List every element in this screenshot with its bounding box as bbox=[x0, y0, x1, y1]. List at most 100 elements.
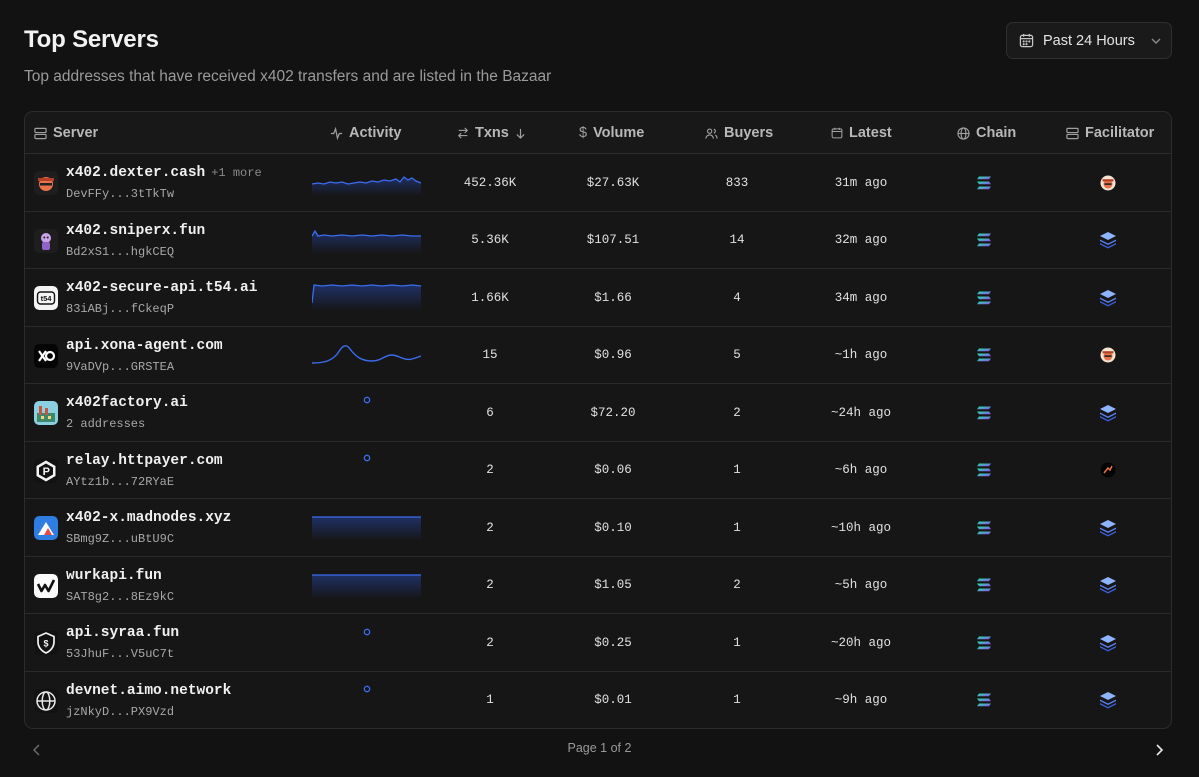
server-address: 2 addresses bbox=[66, 417, 146, 431]
column-header-volume[interactable]: $ Volume bbox=[579, 112, 644, 154]
svg-text:t54: t54 bbox=[41, 294, 53, 303]
pagination-label: Page 1 of 2 bbox=[567, 741, 632, 755]
table-row[interactable]: wurkapi.fun SAT8g2...8Ez9kC 2 $1.05 2 ~5h ago bbox=[25, 557, 1171, 614]
stack-facilitator-icon bbox=[1100, 577, 1116, 594]
volume-value: $107.51 bbox=[586, 233, 640, 247]
txns-value: 15 bbox=[482, 348, 498, 362]
servers-table: Server Activity Txns $ Volume Buyers Lat… bbox=[24, 111, 1172, 729]
solana-chain-icon bbox=[977, 463, 991, 477]
buyers-value: 5 bbox=[733, 348, 741, 362]
activity-sparkline bbox=[312, 516, 421, 541]
next-page-button[interactable] bbox=[1149, 740, 1169, 760]
volume-value: $0.25 bbox=[594, 635, 632, 650]
facilitator-cell bbox=[1052, 557, 1164, 614]
table-row[interactable]: devnet.aimo.network jzNkyD...PX9Vzd 1 $0.01… bbox=[25, 672, 1171, 729]
column-header-facilitator[interactable]: Facilitator bbox=[1066, 112, 1154, 154]
table-row[interactable]: api.xona-agent.com 9VaDVp...GRSTEA 15 $0.96… bbox=[25, 327, 1171, 384]
solana-chain-icon bbox=[977, 233, 991, 247]
txns-value: 5.36K bbox=[471, 233, 509, 247]
buyers-value: 4 bbox=[733, 290, 741, 305]
facilitator-cell bbox=[1052, 442, 1164, 499]
column-header-buyers[interactable]: Buyers bbox=[705, 112, 773, 154]
chain-cell bbox=[928, 327, 1040, 384]
server-address: Bd2xS1...hgkCEQ bbox=[66, 244, 175, 259]
facilitator-cell bbox=[1052, 384, 1164, 441]
time-range-select[interactable]: Past 24 Hours bbox=[1006, 22, 1172, 59]
table-row[interactable]: x402-x.madnodes.xyz SBmg9Z...uBtU9C 2 $0.10… bbox=[25, 499, 1171, 557]
activity-sparkline bbox=[312, 284, 421, 311]
table-row[interactable]: $ api.syraa.fun 53JhuF...V5uC7t 2 $0.25 1 ~20h… bbox=[25, 614, 1171, 672]
server-address: 9VaDVp...GRSTEA bbox=[66, 359, 175, 374]
stack-facilitator-icon bbox=[1100, 634, 1116, 651]
latest-value: ~6h ago bbox=[834, 463, 888, 477]
stack-facilitator-icon bbox=[1100, 519, 1116, 536]
table-row[interactable]: x402.sniperx.fun Bd2xS1...hgkCEQ 5.36K $107… bbox=[25, 212, 1171, 269]
activity-sparkline bbox=[312, 344, 421, 364]
server-name[interactable]: x402.dexter.cash +1 more bbox=[66, 165, 262, 181]
table-body: x402.dexter.cash +1 more DevFFy...3tTkTw 45… bbox=[25, 154, 1171, 729]
solana-chain-icon bbox=[977, 176, 991, 189]
column-header-chain[interactable]: Chain bbox=[957, 112, 1016, 154]
syraa-logo-icon: $ bbox=[34, 631, 58, 655]
latest-value: ~20h ago bbox=[830, 635, 891, 650]
sort-descending-icon bbox=[516, 128, 525, 139]
buyers-value: 833 bbox=[725, 175, 749, 190]
solana-chain-icon bbox=[977, 291, 991, 304]
globe-icon bbox=[957, 126, 970, 140]
server-address: SAT8g2...8Ez9kC bbox=[66, 589, 175, 604]
volume-value: $0.10 bbox=[594, 520, 632, 535]
stack-facilitator-icon bbox=[1100, 404, 1116, 421]
wurkapi-logo-icon bbox=[34, 573, 58, 598]
server-name[interactable]: devnet.aimo.network bbox=[66, 683, 231, 699]
activity-sparkline bbox=[312, 573, 421, 599]
server-address: SBmg9Z...uBtU9C bbox=[66, 532, 175, 546]
users-icon bbox=[705, 127, 718, 139]
chain-cell bbox=[928, 442, 1040, 499]
latest-value: 31m ago bbox=[834, 175, 888, 190]
column-header-server[interactable]: Server bbox=[34, 112, 98, 154]
facilitator-cell bbox=[1052, 327, 1164, 384]
solana-chain-icon bbox=[977, 521, 991, 534]
server-name[interactable]: x402-x.madnodes.xyz bbox=[66, 510, 231, 526]
server-name[interactable]: api.syraa.fun bbox=[66, 625, 179, 641]
activity-icon bbox=[330, 126, 343, 140]
server-name[interactable]: x402.sniperx.fun bbox=[66, 223, 205, 239]
server-address: 83iABj...fCkeqP bbox=[66, 302, 175, 316]
column-header-txns[interactable]: Txns bbox=[457, 112, 526, 154]
sniperx-logo-icon bbox=[34, 228, 58, 253]
server-name[interactable]: relay.httpayer.com bbox=[66, 453, 223, 469]
dexter-facilitator-icon bbox=[1100, 347, 1116, 363]
buyers-value: 2 bbox=[733, 578, 741, 592]
table-row[interactable]: Prelay.httpayer.com AYtz1b...72RYaE 2 $0.06… bbox=[25, 442, 1171, 499]
txns-value: 2 bbox=[486, 635, 494, 650]
arrows-swap-icon bbox=[457, 127, 469, 139]
server-name[interactable]: x402factory.ai bbox=[66, 395, 188, 411]
table-row[interactable]: x402.dexter.cash +1 more DevFFy...3tTkTw 45… bbox=[25, 154, 1171, 212]
buyers-value: 14 bbox=[729, 233, 745, 247]
dollar-icon: $ bbox=[579, 125, 588, 141]
table-row[interactable]: x402factory.ai 2 addresses 6 $72.20 2 ~24h ag… bbox=[25, 384, 1171, 442]
server-address: jzNkyD...PX9Vzd bbox=[66, 704, 175, 719]
txns-value: 2 bbox=[486, 520, 494, 535]
facilitator-cell bbox=[1052, 614, 1164, 671]
time-range-label: Past 24 Hours bbox=[1043, 32, 1135, 49]
more-addresses-link[interactable]: +1 more bbox=[211, 166, 261, 180]
facilitator-cell bbox=[1052, 212, 1164, 269]
table-row[interactable]: t54 x402-secure-api.t54.ai 83iABj...fCkeqP… bbox=[25, 269, 1171, 327]
server-name[interactable]: api.xona-agent.com bbox=[66, 338, 223, 354]
column-header-latest[interactable]: Latest bbox=[831, 112, 892, 154]
server-icon bbox=[34, 127, 47, 139]
column-header-activity[interactable]: Activity bbox=[330, 112, 401, 154]
txns-value: 1 bbox=[486, 693, 494, 707]
facilitator-cell bbox=[1052, 499, 1164, 556]
latest-value: ~9h ago bbox=[834, 693, 888, 707]
server-name[interactable]: x402-secure-api.t54.ai bbox=[66, 280, 257, 296]
activity-sparkline bbox=[363, 396, 371, 404]
activity-sparkline bbox=[312, 176, 421, 196]
txns-value: 2 bbox=[486, 463, 494, 477]
buyers-value: 1 bbox=[733, 635, 741, 650]
stack-facilitator-icon bbox=[1100, 289, 1116, 306]
chain-cell bbox=[928, 384, 1040, 441]
chain-cell bbox=[928, 614, 1040, 671]
server-name[interactable]: wurkapi.fun bbox=[66, 568, 162, 584]
